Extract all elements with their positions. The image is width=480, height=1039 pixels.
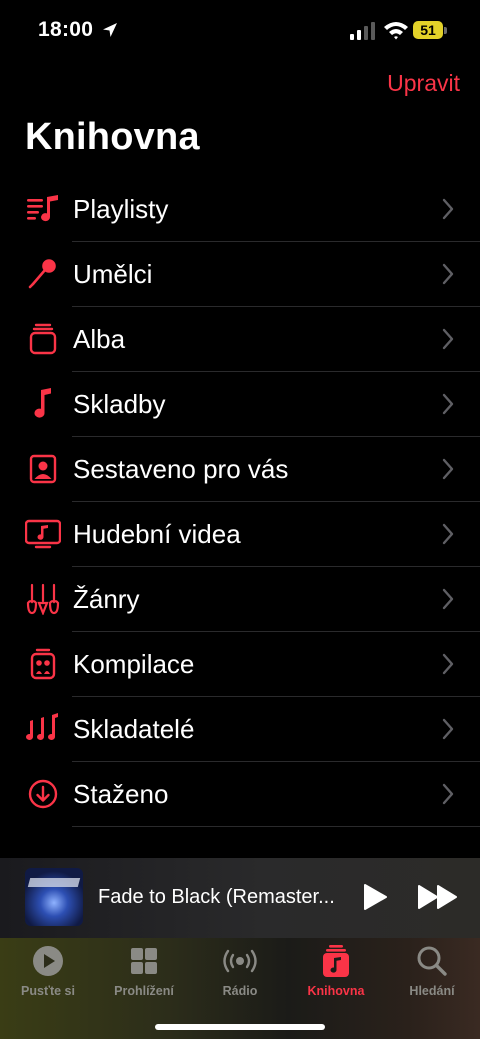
search-icon [417,946,447,976]
library-item-label: Staženo [73,779,169,809]
mini-player[interactable]: Fade to Black (Remaster... [0,858,480,938]
radio-icon [223,949,257,973]
library-item-label: Žánry [73,584,140,614]
battery-level: 51 [413,21,443,39]
tab-label: Hledání [409,984,455,998]
location-arrow-icon [103,23,117,37]
play-circle-icon [33,946,63,976]
library-icon [323,945,349,977]
row-separator [72,826,480,827]
wifi-icon [384,22,408,40]
chevron-right-icon [442,198,454,220]
library-item-zanry[interactable]: Žánry [0,567,480,632]
library-item-umelci[interactable]: Umělci [0,242,480,307]
person-square-icon [29,454,57,484]
tv-music-icon [25,519,61,549]
music-note-icon [34,388,51,418]
library-item-alba[interactable]: Alba [0,307,480,372]
tab-prohlizeni[interactable]: Prohlížení [96,944,192,1004]
grid-icon [131,948,157,974]
chevron-right-icon [442,588,454,610]
library-item-label: Kompilace [73,649,195,679]
fast-forward-icon[interactable] [417,883,459,911]
library-item-label: Skladatelé [73,714,195,744]
tab-hledani[interactable]: Hledání [384,944,480,1004]
album-artwork [25,868,83,926]
chevron-right-icon [442,718,454,740]
tab-label: Rádio [222,984,258,998]
library-item-kompilace[interactable]: Kompilace [0,632,480,697]
chevron-right-icon [442,393,454,415]
chevron-right-icon [442,328,454,350]
library-item-label: Skladby [73,389,166,419]
library-item-sestaveno-pro-vas[interactable]: Sestaveno pro vás [0,437,480,502]
library-item-label: Alba [73,324,126,354]
microphone-icon [28,259,56,289]
tab-pustte-si[interactable]: Pusťte si [0,944,96,1004]
library-item-skladby[interactable]: Skladby [0,372,480,437]
playlist-icon [27,195,58,222]
library-item-label: Playlisty [73,194,169,224]
now-playing-title: Fade to Black (Remaster... [98,886,335,908]
battery-icon: 51 [413,21,447,41]
edit-button[interactable]: Upravit [387,70,460,97]
library-item-hudebni-videa[interactable]: Hudební videa [0,502,480,567]
library-item-label: Hudební videa [73,519,241,549]
download-circle-icon [28,779,58,809]
compilation-icon [30,648,56,680]
album-stack-icon [29,323,57,355]
chevron-right-icon [442,653,454,675]
page-title: Knihovna [25,116,200,158]
tab-label: Pusťte si [21,984,75,998]
library-item-label: Umělci [73,259,153,289]
tab-label: Prohlížení [114,984,174,998]
play-icon[interactable] [362,883,388,911]
tab-label: Knihovna [307,984,365,998]
library-item-playlisty[interactable]: Playlisty [0,177,480,242]
status-time: 18:00 [38,18,94,41]
notes-icon [26,713,58,740]
tab-knihovna[interactable]: Knihovna [288,944,384,1004]
guitars-icon [26,583,60,615]
library-list: Playlisty Umělci Alba Skladby Sestaveno … [0,177,480,827]
tab-radio[interactable]: Rádio [192,944,288,1004]
library-item-skladatele[interactable]: Skladatelé [0,697,480,762]
home-indicator[interactable] [155,1024,325,1030]
library-item-label: Sestaveno pro vás [73,454,289,484]
cellular-signal-icon [350,22,375,40]
chevron-right-icon [442,523,454,545]
library-item-stazeno[interactable]: Staženo [0,762,480,827]
status-bar: 18:00 51 [0,0,480,62]
chevron-right-icon [442,458,454,480]
chevron-right-icon [442,783,454,805]
chevron-right-icon [442,263,454,285]
